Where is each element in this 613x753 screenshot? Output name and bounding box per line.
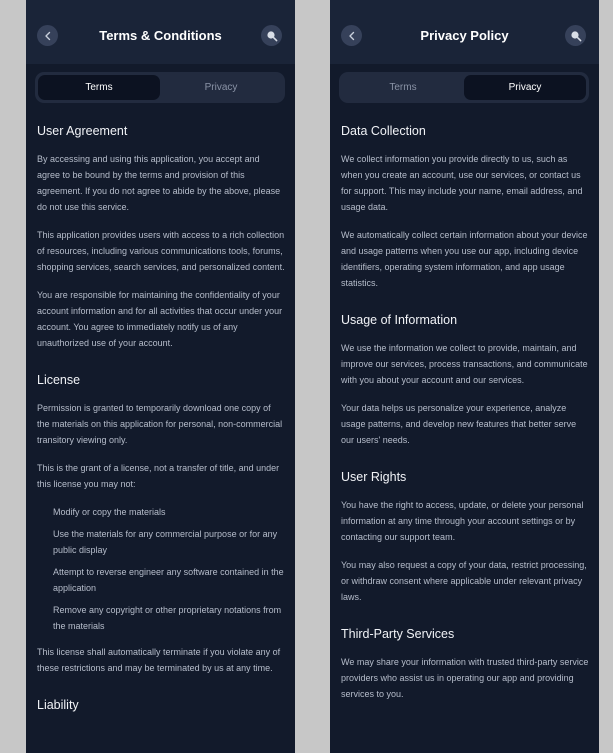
segmented-control: Terms Privacy xyxy=(35,72,285,103)
paragraph: By accessing and using this application,… xyxy=(37,154,281,212)
page-title: Privacy Policy xyxy=(420,28,509,43)
section-heading: Usage of Information xyxy=(341,313,458,327)
section-usage: Usage of Information We use the informat… xyxy=(341,313,589,448)
restriction-list: Modify or copy the materials Use the mat… xyxy=(53,504,285,634)
section-data-collection: Data Collection We collect information y… xyxy=(341,124,589,291)
app-header: Terms & Conditions xyxy=(26,0,295,64)
app-header: Privacy Policy xyxy=(330,0,599,64)
page-title: Terms & Conditions xyxy=(99,28,222,43)
paragraph: Your data helps us personalize your expe… xyxy=(341,403,577,445)
section-heading: User Agreement xyxy=(37,124,128,138)
search-button[interactable] xyxy=(565,25,586,46)
section-heading: Liability xyxy=(37,698,79,712)
section-heading: Third-Party Services xyxy=(341,627,455,641)
paragraph: Permission is granted to temporarily dow… xyxy=(37,403,283,445)
section-liability: Liability xyxy=(37,698,285,712)
list-item: Modify or copy the materials xyxy=(53,507,166,517)
segmented-control: Terms Privacy xyxy=(339,72,589,103)
privacy-content: Data Collection We collect information y… xyxy=(341,124,589,724)
section-license: License Permission is granted to tempora… xyxy=(37,373,285,676)
section-heading: User Rights xyxy=(341,470,407,484)
tab-terms[interactable]: Terms xyxy=(342,75,464,100)
search-button[interactable] xyxy=(261,25,282,46)
section-user-rights: User Rights You have the right to access… xyxy=(341,470,589,605)
privacy-screen: Privacy Policy Terms Privacy Data Collec… xyxy=(330,0,599,753)
paragraph: This is the grant of a license, not a tr… xyxy=(37,463,280,489)
section-user-agreement: User Agreement By accessing and using th… xyxy=(37,124,285,351)
paragraph: This application provides users with acc… xyxy=(37,230,285,272)
paragraph: You have the right to access, update, or… xyxy=(341,500,584,542)
search-icon xyxy=(570,30,581,41)
list-item: Use the materials for any commercial pur… xyxy=(53,529,278,555)
tab-privacy[interactable]: Privacy xyxy=(160,75,282,100)
list-item: Remove any copyright or other proprietar… xyxy=(53,605,282,631)
terms-screen: Terms & Conditions Terms Privacy User Ag… xyxy=(26,0,295,753)
tab-privacy[interactable]: Privacy xyxy=(464,75,586,100)
terms-content: User Agreement By accessing and using th… xyxy=(37,124,285,734)
section-heading: License xyxy=(37,373,81,387)
paragraph: This license shall automatically termina… xyxy=(37,647,281,673)
list-item: Attempt to reverse engineer any software… xyxy=(53,567,284,593)
section-heading: Data Collection xyxy=(341,124,426,138)
paragraph: We may share your information with trust… xyxy=(341,657,589,699)
tab-terms[interactable]: Terms xyxy=(38,75,160,100)
search-icon xyxy=(266,30,277,41)
section-third-party: Third-Party Services We may share your i… xyxy=(341,627,589,702)
paragraph: We collect information you provide direc… xyxy=(341,154,583,212)
paragraph: We automatically collect certain informa… xyxy=(341,230,588,288)
paragraph: You are responsible for maintaining the … xyxy=(37,290,283,348)
paragraph: You may also request a copy of your data… xyxy=(341,560,587,602)
paragraph: We use the information we collect to pro… xyxy=(341,343,588,385)
